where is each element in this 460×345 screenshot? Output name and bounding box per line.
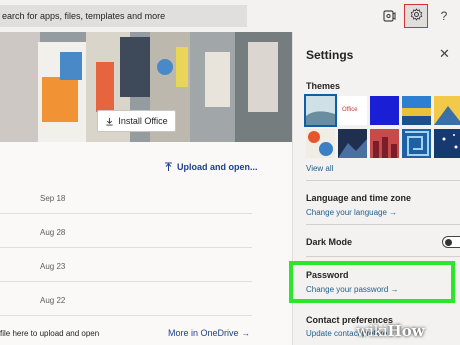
install-office-label: Install Office xyxy=(118,116,168,126)
language-heading: Language and time zone xyxy=(306,193,412,203)
file-row[interactable]: Sep 18 xyxy=(0,184,252,214)
dark-mode-label: Dark Mode xyxy=(306,237,353,247)
divider xyxy=(306,224,460,225)
gear-icon xyxy=(410,8,423,24)
divider xyxy=(306,180,460,181)
file-date: Aug 22 xyxy=(40,296,66,305)
file-date: Sep 18 xyxy=(40,194,66,203)
theme-thumb-blue[interactable] xyxy=(370,96,399,125)
theme-thumb-sunset[interactable] xyxy=(402,96,431,125)
settings-title: Settings xyxy=(306,48,354,62)
file-date: Aug 28 xyxy=(40,228,66,237)
file-row[interactable]: Aug 23 xyxy=(0,252,252,282)
file-row[interactable]: Aug 28 xyxy=(0,218,252,248)
theme-thumb-stars[interactable] xyxy=(434,129,460,158)
theme-thumb-circuit[interactable] xyxy=(306,129,335,158)
more-in-onedrive-link[interactable]: More in OneDrive → xyxy=(168,328,250,338)
hero-banner: Install Office xyxy=(0,32,292,142)
search-input[interactable]: earch for apps, files, templates and mor… xyxy=(0,5,247,27)
wikihow-watermark: wikiHow xyxy=(356,322,425,340)
install-office-button[interactable]: Install Office xyxy=(97,110,176,132)
theme-thumb-office[interactable]: Office xyxy=(338,96,367,125)
download-icon xyxy=(106,117,113,126)
settings-gear-button[interactable] xyxy=(404,4,428,28)
change-language-link[interactable]: Change your language → xyxy=(306,208,397,217)
view-all-themes-link[interactable]: View all xyxy=(306,164,333,173)
divider xyxy=(306,256,460,257)
close-icon[interactable]: ✕ xyxy=(439,46,450,62)
chat-icon[interactable] xyxy=(377,4,401,28)
upload-icon xyxy=(165,162,172,171)
drop-zone-hint: file here to upload and open xyxy=(0,329,100,338)
top-bar: earch for apps, files, templates and mor… xyxy=(0,0,460,32)
theme-thumb-night[interactable] xyxy=(338,129,367,158)
dark-mode-toggle[interactable] xyxy=(442,236,460,248)
theme-thumb-maze[interactable] xyxy=(402,129,431,158)
upload-and-open-label: Upload and open... xyxy=(177,162,258,172)
theme-thumb-city[interactable] xyxy=(370,129,399,158)
themes-heading: Themes xyxy=(306,81,341,91)
file-row[interactable]: Aug 22 xyxy=(0,286,252,316)
upload-and-open-button[interactable]: Upload and open... xyxy=(164,162,258,172)
password-highlight-box xyxy=(289,261,455,303)
theme-thumb-landscape[interactable] xyxy=(304,94,337,127)
help-icon[interactable]: ? xyxy=(432,4,456,28)
theme-office-label: Office xyxy=(342,107,358,113)
theme-thumb-mountain[interactable] xyxy=(434,96,460,125)
main-content: Install Office Upload and open... Sep 18… xyxy=(0,32,292,345)
file-date: Aug 23 xyxy=(40,262,66,271)
toggle-knob xyxy=(445,239,452,246)
